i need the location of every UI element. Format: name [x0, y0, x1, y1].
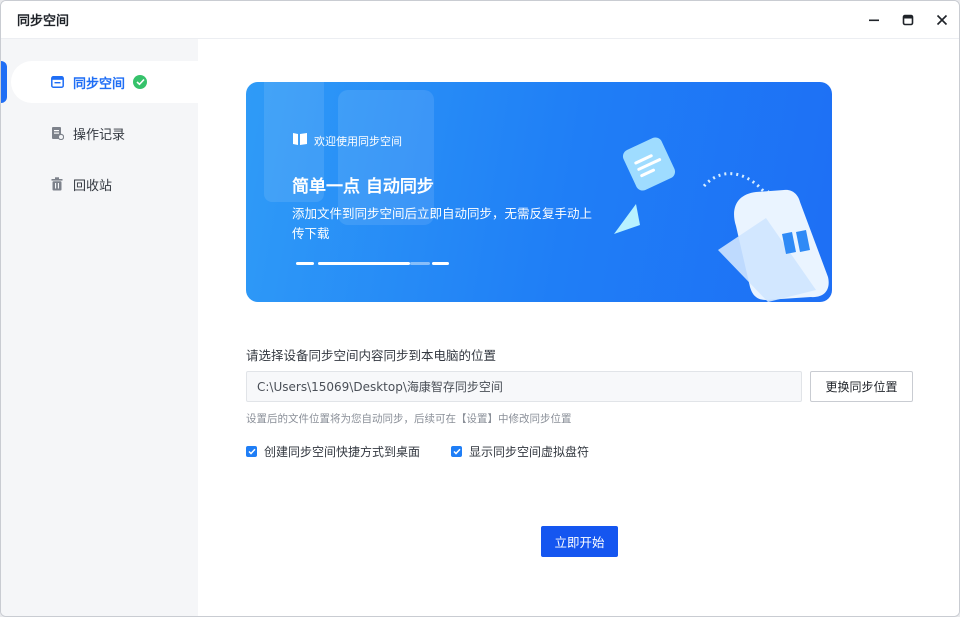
banner-description: 添加文件到同步空间后立即自动同步，无需反复手动上传下载 [292, 206, 593, 241]
sidebar: 同步空间 操作记录 回收站 [1, 39, 198, 616]
banner-welcome-text: 欢迎使用同步空间 [314, 134, 402, 148]
trash-icon [50, 177, 64, 191]
active-indicator [1, 61, 7, 103]
show-virtual-drive-checkbox[interactable]: 显示同步空间虚拟盘符 [451, 443, 589, 460]
create-shortcut-checkbox[interactable]: 创建同步空间快捷方式到桌面 [246, 443, 420, 460]
sidebar-item-operation-log[interactable]: 操作记录 [11, 112, 198, 154]
carousel-indicator [296, 262, 456, 265]
checkbox-checked-icon[interactable] [451, 446, 462, 457]
banner-title: 简单一点 自动同步 [292, 177, 434, 197]
change-location-button[interactable]: 更换同步位置 [810, 371, 913, 402]
minimize-icon [869, 19, 879, 22]
title-bar: 同步空间 [1, 1, 959, 39]
close-icon [936, 14, 948, 26]
sync-illustration [614, 137, 829, 302]
window-controls [857, 1, 959, 39]
close-button[interactable] [925, 1, 959, 39]
cursor-icon [614, 204, 640, 234]
sync-path-field[interactable] [246, 371, 802, 402]
sidebar-item-label: 同步空间 [73, 76, 126, 92]
carousel-dot[interactable] [296, 262, 314, 265]
maximize-icon [902, 14, 914, 26]
app-logo-icon [292, 132, 308, 149]
carousel-dot[interactable] [432, 262, 449, 265]
sidebar-item-label: 操作记录 [73, 127, 126, 143]
carousel-dot[interactable] [410, 262, 430, 265]
app-window: 同步空间 同步空间 操作记录 回收站 欢迎使用同步空间 简单一点 自动同步 添加… [0, 0, 960, 617]
log-icon [50, 126, 64, 140]
sync-arrow-icon [702, 172, 768, 195]
sidebar-item-label: 回收站 [73, 178, 113, 194]
checkbox-checked-icon[interactable] [246, 446, 257, 457]
location-hint: 设置后的文件位置将为您自动同步，后续可在【设置】中修改同步位置 [246, 413, 572, 425]
window-title: 同步空间 [17, 14, 70, 29]
sync-folder-icon [50, 75, 64, 89]
checkbox-label: 显示同步空间虚拟盘符 [469, 445, 590, 459]
main-content: 欢迎使用同步空间 简单一点 自动同步 添加文件到同步空间后立即自动同步，无需反复… [198, 39, 959, 616]
minimize-button[interactable] [857, 1, 891, 39]
checkbox-label: 创建同步空间快捷方式到桌面 [264, 445, 421, 459]
maximize-button[interactable] [891, 1, 925, 39]
sidebar-item-sync-space[interactable]: 同步空间 [11, 61, 198, 103]
sidebar-item-recycle-bin[interactable]: 回收站 [11, 163, 198, 205]
start-now-button[interactable]: 立即开始 [541, 526, 618, 557]
check-icon [133, 75, 148, 89]
banner-welcome: 欢迎使用同步空间 [292, 132, 402, 149]
welcome-banner: 欢迎使用同步空间 简单一点 自动同步 添加文件到同步空间后立即自动同步，无需反复… [246, 82, 832, 302]
carousel-dot-active[interactable] [318, 262, 410, 265]
folder-icon [718, 189, 829, 302]
document-icon [622, 137, 676, 191]
sync-location-label: 请选择设备同步空间内容同步到本电脑的位置 [246, 348, 497, 363]
